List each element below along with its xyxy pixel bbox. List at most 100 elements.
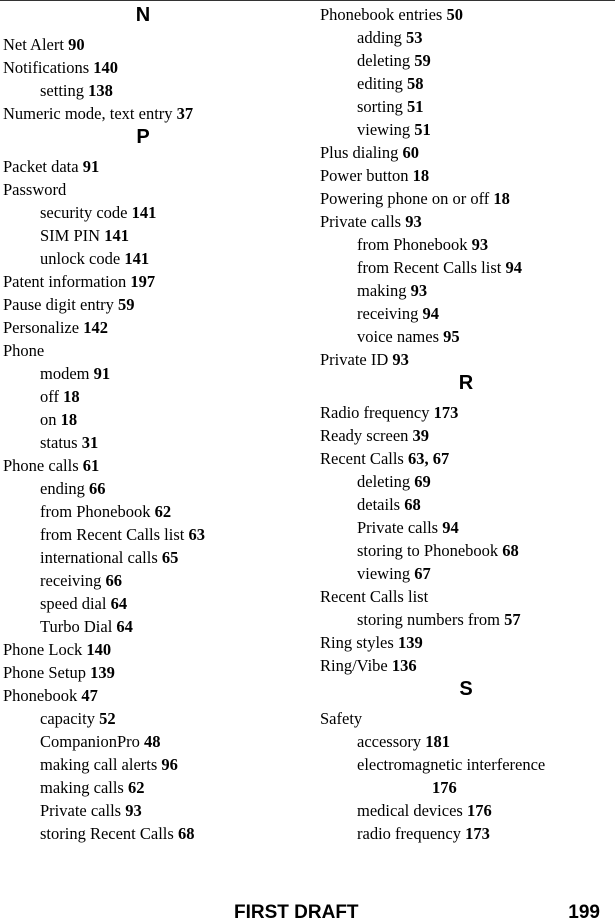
page-reference-link[interactable]: 197: [130, 272, 155, 291]
page-reference-link[interactable]: 93: [472, 235, 489, 254]
page-reference-link[interactable]: 93: [405, 212, 422, 231]
page-reference-link[interactable]: 64: [116, 617, 133, 636]
page-reference-link[interactable]: 18: [61, 410, 78, 429]
page-reference-link[interactable]: 96: [161, 755, 178, 774]
page-reference-link[interactable]: 66: [106, 571, 123, 590]
index-subentry: accessory 181: [320, 730, 612, 753]
entry-term: status: [40, 433, 78, 452]
entry-term: Phone: [3, 341, 45, 360]
page-reference-link[interactable]: 18: [63, 387, 80, 406]
page-reference-link[interactable]: 93: [392, 350, 409, 369]
page-reference-link[interactable]: 139: [398, 633, 423, 652]
entry-term: radio frequency: [357, 824, 461, 843]
index-entry: Recent Calls 63, 67: [320, 447, 612, 470]
page-reference-link[interactable]: 138: [88, 81, 113, 100]
page-reference-link[interactable]: 53: [406, 28, 423, 47]
page-reference-link[interactable]: 141: [124, 249, 149, 268]
page-reference-link[interactable]: 39: [413, 426, 430, 445]
page-reference-link[interactable]: 63: [188, 525, 205, 544]
entry-term: editing: [357, 74, 403, 93]
top-rule: [0, 0, 615, 1]
page-reference-link[interactable]: 57: [504, 610, 521, 629]
index-subentry: status 31: [3, 431, 283, 454]
index-entry: Patent information 197: [3, 270, 283, 293]
entry-term: Phonebook: [3, 686, 78, 705]
page-reference-link[interactable]: 176: [432, 778, 457, 797]
page-reference-link[interactable]: 141: [132, 203, 157, 222]
page-reference-link[interactable]: 51: [414, 120, 431, 139]
page-reference-link[interactable]: 31: [82, 433, 99, 452]
index-subentry: receiving 66: [3, 569, 283, 592]
page-reference-link[interactable]: 61: [83, 456, 100, 475]
page-reference-link[interactable]: 66: [89, 479, 106, 498]
page-reference-link[interactable]: 93: [411, 281, 428, 300]
index-entry: Personalize 142: [3, 316, 283, 339]
index-entry: Private calls 93: [320, 210, 612, 233]
page-reference-link[interactable]: 58: [407, 74, 424, 93]
page-reference-link[interactable]: 18: [493, 189, 510, 208]
page-reference-link[interactable]: 18: [413, 166, 430, 185]
page-reference-link[interactable]: 94: [423, 304, 440, 323]
index-subentry: storing to Phonebook 68: [320, 539, 612, 562]
page-reference-link[interactable]: 63, 67: [408, 449, 449, 468]
page-reference-link[interactable]: 62: [155, 502, 172, 521]
index-subentry: viewing 51: [320, 118, 612, 141]
entry-term: Ready screen: [320, 426, 409, 445]
entry-term: details: [357, 495, 401, 514]
page-reference-link[interactable]: 176: [467, 801, 492, 820]
page-reference-link[interactable]: 65: [162, 548, 179, 567]
index-entry: Radio frequency 173: [320, 401, 612, 424]
index-subentry: Turbo Dial 64: [3, 615, 283, 638]
page-reference-link[interactable]: 91: [94, 364, 111, 383]
index-subentry: off 18: [3, 385, 283, 408]
entry-term: receiving: [40, 571, 102, 590]
page-reference-link[interactable]: 52: [99, 709, 116, 728]
entry-term: storing numbers from: [357, 610, 500, 629]
page-reference-link[interactable]: 68: [404, 495, 421, 514]
page-reference-link[interactable]: 94: [505, 258, 522, 277]
page-reference-link[interactable]: 47: [81, 686, 98, 705]
page-reference-link[interactable]: 173: [434, 403, 459, 422]
entry-term: Patent information: [3, 272, 127, 291]
page-reference-link[interactable]: 173: [465, 824, 490, 843]
page-reference-link[interactable]: 51: [407, 97, 424, 116]
page-reference-link[interactable]: 95: [443, 327, 460, 346]
page-reference-link[interactable]: 141: [104, 226, 129, 245]
page-reference-link[interactable]: 62: [128, 778, 145, 797]
page-reference-link[interactable]: 59: [414, 51, 431, 70]
page-reference-link[interactable]: 59: [118, 295, 135, 314]
index-subentry: voice names 95: [320, 325, 612, 348]
page-reference-link[interactable]: 181: [425, 732, 450, 751]
index-subentry: sorting 51: [320, 95, 612, 118]
entry-term: storing to Phonebook: [357, 541, 499, 560]
page-reference-link[interactable]: 90: [68, 35, 85, 54]
page-reference-link[interactable]: 93: [125, 801, 142, 820]
page-reference-link[interactable]: 140: [86, 640, 111, 659]
page-reference-link[interactable]: 68: [178, 824, 195, 843]
page-reference-link[interactable]: 37: [177, 104, 194, 123]
entry-term: Private calls: [320, 212, 402, 231]
page-reference-link[interactable]: 48: [144, 732, 161, 751]
page-reference-link[interactable]: 142: [83, 318, 108, 337]
page-reference-link[interactable]: 94: [442, 518, 459, 537]
page-reference-link[interactable]: 68: [502, 541, 519, 560]
index-subentry: making call alerts 96: [3, 753, 283, 776]
index-entry: Net Alert 90: [3, 33, 283, 56]
page-reference-link[interactable]: 64: [111, 594, 128, 613]
page-reference-link[interactable]: 139: [90, 663, 115, 682]
page-reference-link[interactable]: 140: [93, 58, 118, 77]
page-reference-link[interactable]: 136: [392, 656, 417, 675]
page-reference-link[interactable]: 50: [446, 5, 463, 24]
index-subentry: making 93: [320, 279, 612, 302]
page-reference-link[interactable]: 91: [83, 157, 100, 176]
entry-term: Private ID: [320, 350, 389, 369]
index-column-left: N Net Alert 90 Notifications 140 setting 13…: [3, 3, 283, 845]
section-heading-r: R: [458, 372, 474, 394]
index-subentry: radio frequency 173: [320, 822, 612, 845]
page-reference-link[interactable]: 67: [414, 564, 431, 583]
index-entry: Password: [3, 178, 283, 201]
index-subentry: storing numbers from 57: [320, 608, 612, 631]
page-reference-link[interactable]: 60: [403, 143, 420, 162]
entry-term: Plus dialing: [320, 143, 399, 162]
page-reference-link[interactable]: 69: [414, 472, 431, 491]
